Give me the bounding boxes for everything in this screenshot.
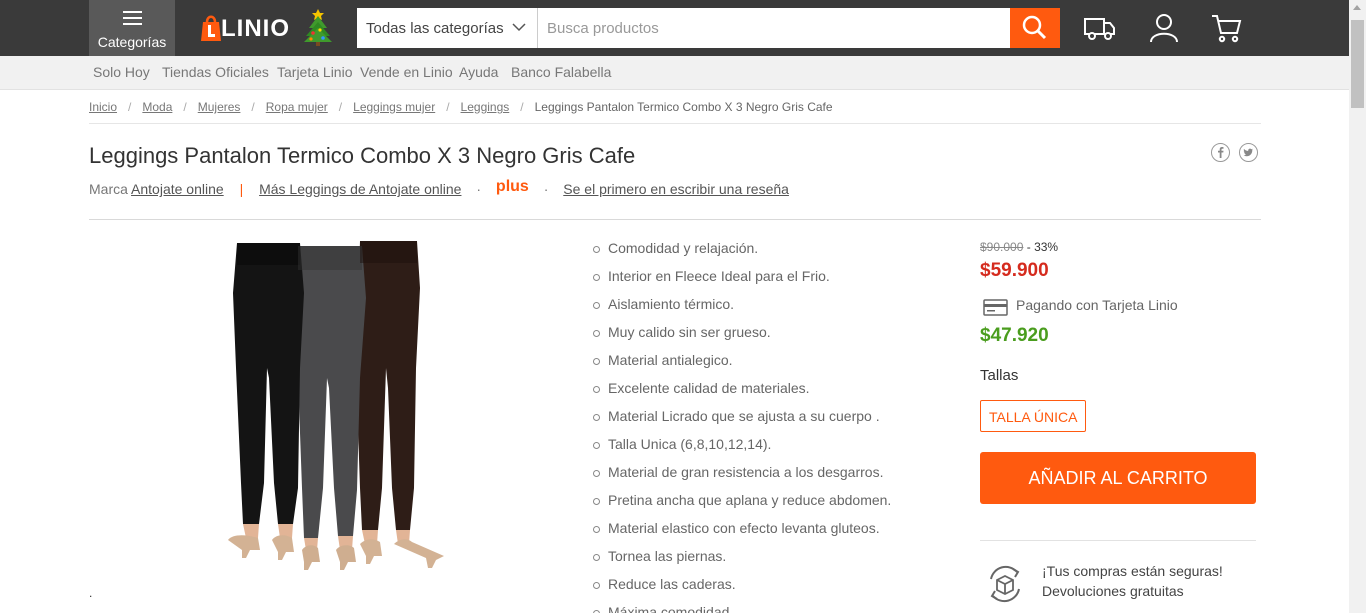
product-title: Leggings Pantalon Termico Combo X 3 Negr… [89, 143, 636, 168]
divider [89, 123, 1261, 124]
feature-item: Material de gran resistencia a los desga… [593, 464, 891, 492]
tree-icon [304, 9, 332, 46]
subnav-ayuda[interactable]: Ayuda [459, 64, 498, 80]
divider [89, 219, 1261, 220]
secure-line-2: Devoluciones gratuitas [1042, 583, 1184, 599]
feature-item: Talla Unica (6,8,10,12,14). [593, 436, 891, 464]
secure-purchase-info: ¡Tus compras están seguras! Devoluciones… [980, 561, 1256, 603]
credit-card-icon [983, 299, 1008, 316]
meta-dot: · [476, 181, 482, 197]
twitter-share-icon[interactable] [1239, 143, 1258, 162]
scrollbar-thumb[interactable] [1351, 20, 1364, 108]
breadcrumb-link[interactable]: Mujeres [198, 100, 241, 114]
linio-logo[interactable]: LINIO [197, 8, 337, 48]
search-button[interactable] [1010, 8, 1060, 48]
breadcrumb-link[interactable]: Ropa mujer [266, 100, 328, 114]
hamburger-icon [123, 11, 142, 29]
breadcrumb-separator: / [338, 100, 343, 114]
card-label: Pagando con Tarjeta Linio [1016, 297, 1178, 313]
category-select-value: Todas las categorías [366, 20, 504, 37]
write-review-link[interactable]: Se el primero en escribir una reseña [563, 181, 789, 197]
feature-item: Pretina ancha que aplana y reduce abdome… [593, 492, 891, 520]
search-bar: Todas las categorías [357, 8, 1060, 48]
chevron-down-icon [512, 23, 526, 32]
sizes-label: Tallas [980, 367, 1019, 384]
product-image[interactable] [210, 238, 460, 573]
plus-badge: plus [495, 178, 529, 195]
buy-box: $90.000 - 33% $59.900 Pagando con Tarjet… [980, 240, 1256, 603]
features-list: Comodidad y relajación. Interior en Flee… [593, 240, 891, 613]
feature-item: Reduce las caderas. [593, 576, 891, 604]
feature-item: Interior en Fleece Ideal para el Frio. [593, 268, 891, 296]
breadcrumb-current: Leggings Pantalon Termico Combo X 3 Negr… [534, 100, 833, 114]
categories-label: Categorías [97, 34, 167, 50]
breadcrumb-link[interactable]: Inicio [89, 100, 117, 114]
more-leggings-link[interactable]: Más Leggings de Antojate online [259, 181, 461, 197]
scroll-up-arrow-icon[interactable] [1353, 5, 1361, 10]
breadcrumb-separator: / [183, 100, 187, 114]
feature-item: Máxima comodidad. [593, 604, 891, 613]
logo-text: LINIO [221, 15, 290, 42]
subnav-banco-falabella[interactable]: Banco Falabella [511, 64, 611, 80]
header-bar: Categorías LINIO Todas las categorías [0, 0, 1349, 56]
subnav-tiendas-oficiales[interactable]: Tiendas Oficiales [162, 64, 269, 80]
breadcrumb-link[interactable]: Moda [142, 100, 172, 114]
breadcrumb-separator: / [446, 100, 450, 114]
bag-icon [201, 15, 221, 41]
card-price: $47.920 [980, 325, 1049, 346]
breadcrumb-separator: / [520, 100, 524, 114]
user-icon[interactable] [1147, 12, 1181, 44]
breadcrumb-link[interactable]: Leggings [461, 100, 510, 114]
category-select[interactable]: Todas las categorías [357, 8, 538, 48]
search-input[interactable] [538, 8, 1010, 48]
old-price: $90.000 [980, 240, 1024, 254]
meta-separator: | [239, 181, 244, 197]
breadcrumb-separator: / [128, 100, 132, 114]
linio-card-row: Pagando con Tarjeta Linio [980, 297, 1256, 319]
image-caption: . [89, 586, 93, 600]
page-scrollbar[interactable] [1349, 0, 1366, 613]
secure-line-1: ¡Tus compras están seguras! [1042, 563, 1223, 579]
truck-icon[interactable] [1083, 12, 1117, 44]
size-option-button[interactable]: TALLA ÚNICA [980, 400, 1087, 432]
breadcrumb-link[interactable]: Leggings mujer [353, 100, 435, 114]
page: Categorías LINIO Todas las categorías Bu… [0, 0, 1366, 613]
brand-prefix: Marca [89, 181, 128, 197]
subnav-vende-en-linio[interactable]: Vende en Linio [360, 64, 453, 80]
feature-item: Muy calido sin ser grueso. [593, 324, 891, 352]
divider [980, 540, 1256, 541]
cart-icon[interactable] [1209, 12, 1243, 44]
old-price-row: $90.000 - 33% [980, 240, 1256, 254]
add-to-cart-button[interactable]: AÑADIR AL CARRITO [980, 452, 1256, 504]
meta-dot: · [543, 181, 549, 197]
brand-link[interactable]: Antojate online [131, 181, 224, 197]
feature-item: Comodidad y relajación. [593, 240, 891, 268]
facebook-share-icon[interactable] [1211, 143, 1230, 162]
subnav-solo-hoy[interactable]: Solo Hoy [93, 64, 150, 80]
categories-button[interactable]: Categorías [89, 0, 175, 56]
breadcrumb: Inicio / Moda / Mujeres / Ropa mujer / Leggings … [89, 100, 833, 114]
feature-item: Material elastico con efecto levanta glu… [593, 520, 891, 548]
breadcrumb-separator: / [251, 100, 255, 114]
current-price: $59.900 [980, 260, 1049, 281]
feature-item: Aislamiento térmico. [593, 296, 891, 324]
discount-percent: - 33% [1026, 240, 1059, 254]
search-icon [1022, 15, 1047, 40]
feature-item: Excelente calidad de materiales. [593, 380, 891, 408]
sub-nav: Solo Hoy Tiendas Oficiales Tarjeta Linio… [0, 56, 1349, 90]
feature-item: Material antialegico. [593, 352, 891, 380]
subnav-tarjeta-linio[interactable]: Tarjeta Linio [277, 64, 353, 80]
feature-item: Material Licrado que se ajusta a su cuer… [593, 408, 891, 436]
feature-item: Tornea las piernas. [593, 548, 891, 576]
product-meta: Marca Antojate online | Más Leggings de … [89, 178, 789, 199]
secure-return-icon [990, 565, 1020, 603]
